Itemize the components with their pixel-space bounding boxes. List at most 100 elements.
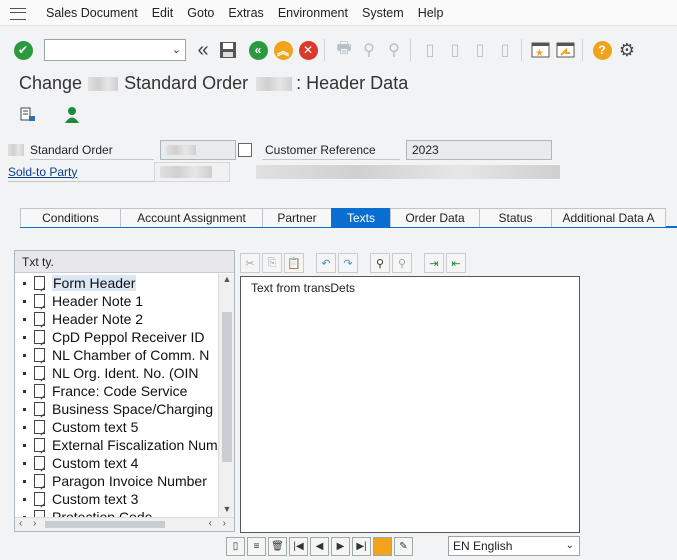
find-icon[interactable]: ⚲ [370,253,390,273]
separator [521,39,522,61]
save-icon [220,42,236,58]
scroll-down-icon[interactable]: ▼ [219,504,235,518]
text-type-item[interactable]: External Fiscalization Num [15,436,219,454]
print-icon[interactable]: 🖶 [333,39,355,61]
gear-icon[interactable]: ⚙ [616,39,638,61]
menu-edit[interactable]: Edit [152,6,174,20]
first-icon[interactable]: |◀ [289,536,308,556]
bullet-icon [23,425,26,429]
text-editor[interactable]: Text from transDets [240,276,580,533]
previous-icon[interactable]: ◀ [310,536,329,556]
detail-icon[interactable]: ≡ [247,536,266,556]
text-type-item[interactable]: Custom text 5 [15,418,219,436]
tab-conditions[interactable]: Conditions [20,208,121,227]
copy-icon[interactable]: ⎘ [262,253,282,273]
text-type-item[interactable]: Header Note 2 [15,310,219,328]
horizontal-scrollbar[interactable]: ‹ › ‹ › [15,517,234,531]
import-icon[interactable]: ⇥ [424,253,444,273]
double-chevron-left-icon[interactable]: « [192,39,214,61]
customer-reference-field[interactable]: 2023 [406,140,552,160]
tab-account-assignment[interactable]: Account Assignment [120,208,263,227]
checkmark-icon: ✔ [13,40,33,60]
undo-icon[interactable]: ↶ [316,253,336,273]
text-types-header: Txt ty. [15,251,234,273]
find-next-icon[interactable]: ⚲ [383,39,405,61]
menu-goto[interactable]: Goto [187,6,214,20]
next-page-icon[interactable]: ▯ [469,39,491,61]
enter-button[interactable]: ✔ [12,39,34,61]
help-button[interactable]: ? [591,39,613,61]
shortcut-button[interactable] [555,39,577,61]
hscroll-thumb[interactable] [45,521,165,528]
document-icon [34,312,45,326]
text-type-item[interactable]: France: Code Service [15,382,219,400]
cancel-button[interactable]: ✕ [297,39,319,61]
scroll-up-icon[interactable]: ▲ [219,274,235,288]
menu-extras[interactable]: Extras [228,6,263,20]
separator [410,39,411,61]
text-type-item[interactable]: Custom text 3 [15,490,219,508]
tab-texts[interactable]: Texts [331,208,391,227]
text-type-item[interactable]: NL Chamber of Comm. N [15,346,219,364]
tab-order-data[interactable]: Order Data [390,208,480,227]
text-type-item[interactable]: Header Note 1 [15,292,219,310]
exit-button[interactable]: ︽ [272,39,294,61]
menu-system[interactable]: System [362,6,404,20]
chevron-down-icon: ⌄ [171,44,181,56]
export-icon[interactable]: ⇤ [446,253,466,273]
next-icon[interactable]: ▶ [331,536,350,556]
text-type-label: NL Chamber of Comm. N [52,347,210,363]
tab-additional-data-a[interactable]: Additional Data A [551,208,666,227]
scroll-right-icon[interactable]: › [223,518,226,529]
menu-environment[interactable]: Environment [278,6,348,20]
find-next-icon[interactable]: ⚲ [392,253,412,273]
menu-icon[interactable] [10,7,26,20]
sold-to-party-field[interactable] [154,162,230,182]
edit-document-icon[interactable]: ✎ [394,536,413,556]
back-button[interactable]: « [247,39,269,61]
partner-button[interactable] [61,104,83,126]
last-icon[interactable]: ▶| [352,536,371,556]
menu-help[interactable]: Help [418,6,444,20]
previous-page-icon[interactable]: ▯ [444,39,466,61]
command-field[interactable]: ⌄ [44,39,186,61]
display-document-flow-button[interactable] [17,104,39,126]
text-type-label: Paragon Invoice Number [52,473,207,489]
text-type-item[interactable]: NL Org. Ident. No. (OIN [15,364,219,382]
scroll-left-icon[interactable]: ‹ [209,518,212,529]
menu-sales-document[interactable]: Sales Document [46,6,138,20]
document-icon [34,402,45,416]
redo-icon[interactable]: ↷ [338,253,358,273]
document-icon [34,276,45,290]
save-button[interactable] [217,39,239,61]
scroll-right-icon[interactable]: › [33,518,36,529]
text-type-item[interactable]: CpD Peppol Receiver ID [15,328,219,346]
text-type-item[interactable]: Custom text 4 [15,454,219,472]
text-type-item[interactable]: Form Header [15,274,219,292]
document-icon [34,492,45,506]
last-page-icon[interactable]: ▯ [494,39,516,61]
document-icon [34,384,45,398]
text-type-label: France: Code Service [52,383,188,399]
scroll-left-icon[interactable]: ‹ [19,518,22,529]
vertical-scrollbar[interactable]: ▲ ▼ [218,274,234,518]
paste-icon[interactable]: 📋 [284,253,304,273]
text-type-item[interactable]: Business Space/Charging [15,400,219,418]
copy-icon[interactable] [238,143,252,157]
sold-to-party-label[interactable]: Sold-to Party [8,162,154,182]
standard-order-field[interactable] [160,140,236,160]
tab-status[interactable]: Status [479,208,552,227]
language-select[interactable]: EN English ⌄ [448,536,580,556]
new-document-icon[interactable]: ▯ [226,536,245,556]
redacted-block [160,166,212,178]
delete-icon[interactable]: 🗑 [268,536,287,556]
create-session-button[interactable]: ★ [530,39,552,61]
orange-square-icon[interactable] [373,536,392,556]
first-page-icon[interactable]: ▯ [419,39,441,61]
cut-icon[interactable]: ✂ [240,253,260,273]
text-type-item[interactable]: Paragon Invoice Number [15,472,219,490]
chevron-down-icon: ⌄ [565,540,574,551]
tab-partner[interactable]: Partner [262,208,332,227]
scroll-thumb[interactable] [222,312,232,462]
find-icon[interactable]: ⚲ [358,39,380,61]
